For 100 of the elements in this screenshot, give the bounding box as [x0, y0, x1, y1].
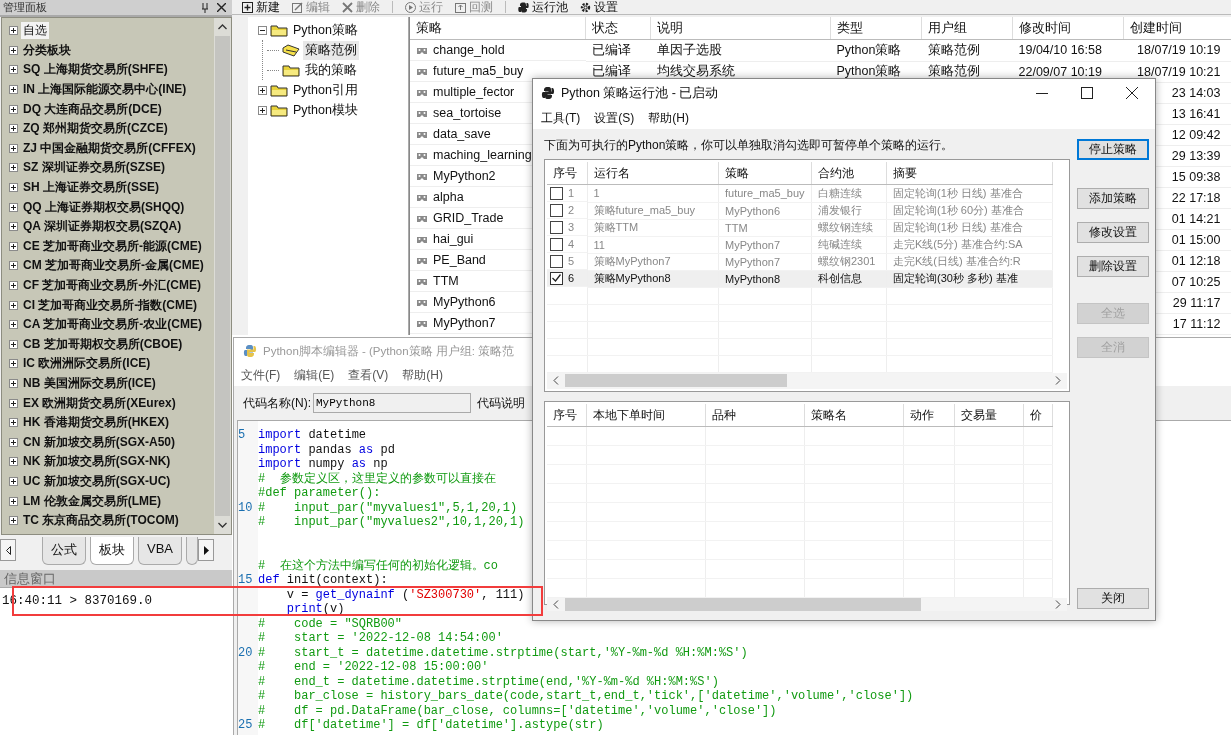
pin-icon[interactable]	[201, 2, 209, 13]
scroll-thumb[interactable]	[565, 598, 921, 611]
tree-item[interactable]: LM 伦敦金属交易所(LME)	[21, 492, 163, 510]
plus-box-icon[interactable]	[9, 398, 18, 408]
tree-item[interactable]: CB 芝加哥期权交易所(CBOE)	[21, 335, 185, 353]
tree-item[interactable]: 分类板块	[21, 41, 73, 59]
tree-item[interactable]: CE 芝加哥商业交易所-能源(CME)	[21, 237, 204, 255]
strategy-name[interactable]: future_ma5_buy	[433, 64, 524, 78]
column-header[interactable]: 类型	[830, 17, 922, 40]
close-icon[interactable]	[1126, 87, 1138, 99]
tree-item[interactable]: NK 新加坡交易所(SGX-NK)	[21, 453, 173, 471]
plus-box-icon[interactable]	[9, 320, 18, 330]
checkbox[interactable]	[550, 186, 563, 200]
column-header[interactable]: 序号	[547, 404, 587, 427]
plus-box-icon[interactable]	[9, 359, 18, 369]
tree-item[interactable]: CA 芝加哥商业交易所-农业(CME)	[21, 316, 204, 334]
checkbox[interactable]	[550, 237, 563, 251]
tree-item[interactable]: IC 欧洲洲际交易所(ICE)	[21, 355, 153, 373]
toolbar-button[interactable]: 设置	[580, 0, 618, 14]
plus-box-icon[interactable]	[9, 143, 18, 153]
menu-item[interactable]: 帮助(H)	[402, 366, 443, 384]
plus-box-icon[interactable]	[9, 339, 18, 349]
minus-box-icon[interactable]	[258, 25, 267, 35]
tree-item[interactable]: HK 香港期货交易所(HKEX)	[21, 414, 171, 432]
tree-item[interactable]: 我的策略	[303, 60, 359, 80]
plus-box-icon[interactable]	[9, 104, 18, 114]
plus-box-icon[interactable]	[9, 202, 18, 212]
column-header[interactable]: 价	[1023, 404, 1053, 427]
plus-box-icon[interactable]	[9, 261, 18, 271]
strategy-name[interactable]: multiple_fector	[433, 85, 515, 99]
strategy-name[interactable]: TTM	[433, 274, 459, 288]
strategy-name[interactable]: MyPython2	[433, 169, 496, 183]
tree-item[interactable]: CN 新加坡交易所(SGX-A50)	[21, 433, 177, 451]
menu-item[interactable]: 设置(S)	[594, 109, 635, 127]
menu-item[interactable]: 帮助(H)	[648, 109, 689, 127]
scroll-right-button[interactable]	[198, 539, 214, 561]
close-button[interactable]: 关闭	[1076, 588, 1149, 609]
column-header[interactable]: 说明	[650, 17, 831, 40]
plus-box-icon[interactable]	[9, 241, 18, 251]
strategy-name[interactable]: sea_tortoise	[433, 106, 502, 120]
toolbar-button[interactable]: 新建	[242, 0, 280, 14]
column-header[interactable]: 策略	[410, 17, 586, 40]
plus-box-icon[interactable]	[258, 85, 267, 95]
scroll-thumb[interactable]	[215, 36, 230, 516]
plus-box-icon[interactable]	[9, 65, 18, 75]
close-icon[interactable]	[217, 3, 226, 12]
column-header[interactable]: 策略名	[804, 404, 904, 427]
checkbox[interactable]	[550, 271, 563, 285]
checkbox[interactable]	[550, 254, 563, 268]
menu-item[interactable]: 工具(T)	[541, 109, 581, 127]
plus-box-icon[interactable]	[9, 183, 18, 193]
column-header[interactable]: 策略	[718, 162, 812, 185]
tree-item[interactable]: Python引用	[291, 80, 360, 100]
plus-box-icon[interactable]	[9, 437, 18, 447]
plus-box-icon[interactable]	[9, 379, 18, 388]
column-header[interactable]: 品种	[705, 404, 805, 427]
scroll-left-button[interactable]	[0, 539, 16, 561]
strategy-name[interactable]: change_hold	[433, 43, 505, 57]
tree-item[interactable]: SQ 上海期货交易所(SHFE)	[21, 61, 170, 79]
strategy-name[interactable]: hai_gui	[433, 232, 474, 246]
tree-item[interactable]: TC 东京商品交易所(TOCOM)	[21, 512, 181, 530]
plus-box-icon[interactable]	[9, 85, 18, 95]
plus-box-icon[interactable]	[258, 105, 267, 115]
column-header[interactable]: 本地下单时间	[586, 404, 706, 427]
column-header[interactable]: 用户组	[921, 17, 1013, 40]
menu-item[interactable]: 查看(V)	[348, 366, 389, 384]
scroll-up-icon[interactable]	[218, 24, 227, 30]
column-header[interactable]: 合约池	[811, 162, 887, 185]
button[interactable]: 修改设置	[1076, 222, 1149, 243]
tree-item[interactable]: SZ 深圳证券交易所(SZSE)	[21, 159, 167, 177]
plus-box-icon[interactable]	[9, 163, 18, 173]
tree-item[interactable]: QA 深圳证券期权交易(SZQA)	[21, 218, 184, 236]
column-header[interactable]: 交易量	[954, 404, 1024, 427]
tree-item[interactable]: ZQ 郑州期货交易所(CZCE)	[21, 120, 170, 138]
checkbox[interactable]	[550, 220, 563, 234]
tree-item[interactable]: 自选	[21, 22, 49, 40]
plus-box-icon[interactable]	[9, 418, 18, 428]
tree-item[interactable]: NB 美国洲际交易所(ICE)	[21, 375, 158, 392]
toolbar-button[interactable]: 运行池	[518, 0, 568, 14]
tree-item[interactable]: 策略范例	[303, 40, 359, 60]
strategy-name[interactable]: PE_Band	[433, 253, 486, 267]
strategy-name[interactable]: maching_learning	[433, 148, 532, 162]
plus-box-icon[interactable]	[9, 496, 18, 506]
column-header[interactable]: 状态	[585, 17, 651, 40]
scroll-thumb[interactable]	[565, 374, 787, 388]
scrollbar[interactable]	[547, 598, 1067, 611]
tree-item[interactable]: DQ 大连商品交易所(DCE)	[21, 100, 164, 118]
strategy-name[interactable]: MyPython7	[433, 316, 496, 330]
plus-box-icon[interactable]	[9, 124, 18, 134]
plus-box-icon[interactable]	[9, 300, 18, 310]
strategy-name[interactable]: GRID_Trade	[433, 211, 504, 225]
tree-item[interactable]: QQ 上海证券期权交易(SHQQ)	[21, 198, 187, 216]
button[interactable]: 停止策略	[1076, 139, 1149, 160]
tree-item[interactable]: IN 上海国际能源交易中心(INE)	[21, 81, 189, 99]
name-field[interactable]: MyPython8	[313, 393, 471, 413]
tab[interactable]: 公式	[42, 537, 86, 565]
menu-item[interactable]: 文件(F)	[241, 366, 281, 384]
maximize-icon[interactable]	[1081, 87, 1093, 99]
tree-item[interactable]: SH 上海证券交易所(SSE)	[21, 179, 161, 197]
tab[interactable]: 板块	[90, 537, 134, 565]
